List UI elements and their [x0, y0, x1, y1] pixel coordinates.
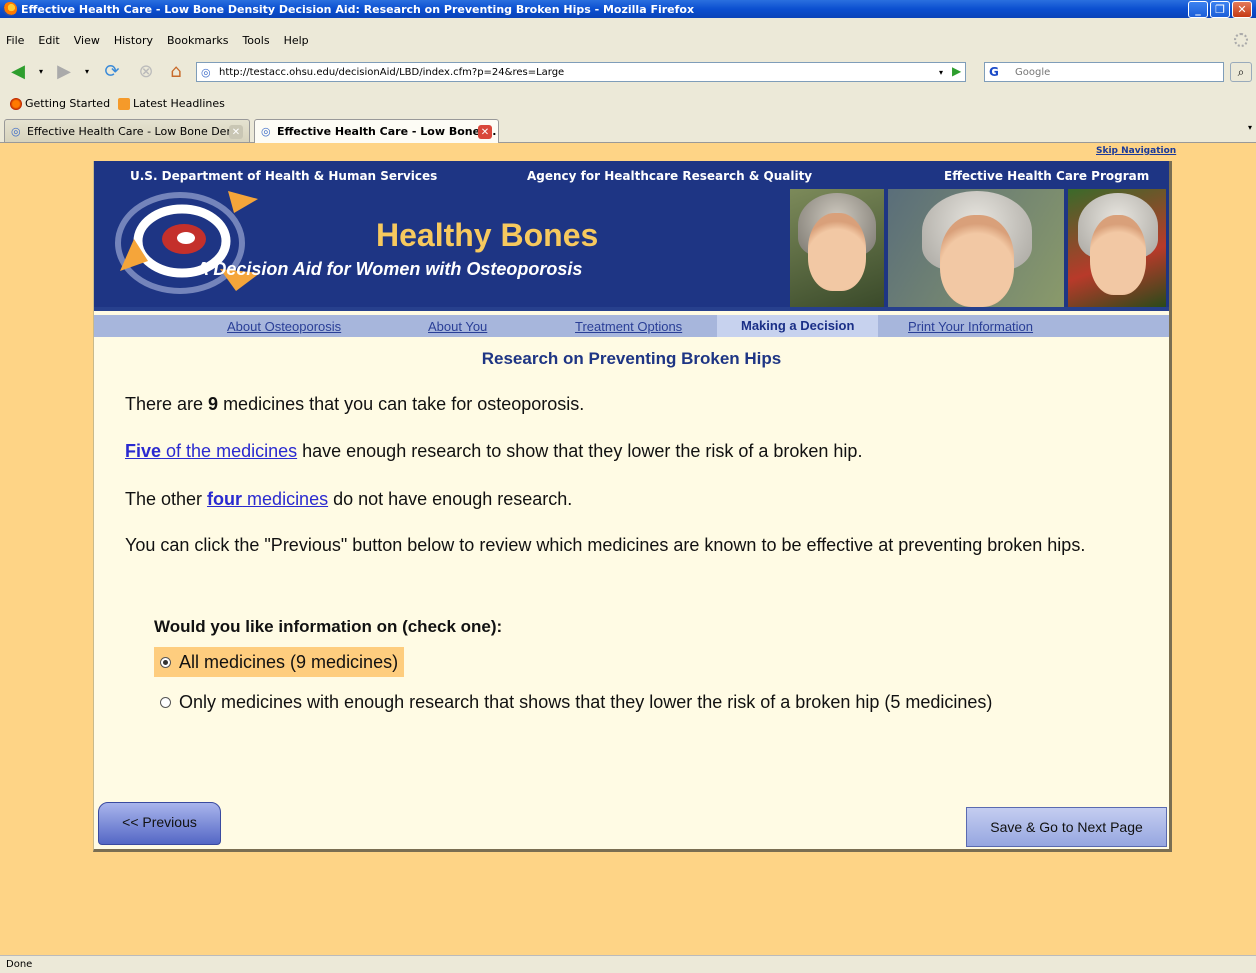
tab-1[interactable]: ◎ Effective Health Care - Low Bone Den..…: [4, 119, 250, 142]
go-arrow-icon[interactable]: ▶: [952, 64, 961, 78]
tab-label: Effective Health Care - Low Bone Den...: [27, 124, 244, 138]
nav-treatment-options[interactable]: Treatment Options: [575, 319, 682, 334]
link-bold: Five: [125, 441, 162, 461]
option-label: Only medicines with enough research that…: [179, 691, 993, 712]
nav-making-a-decision[interactable]: Making a Decision: [717, 315, 879, 337]
link-text: medicines: [242, 489, 329, 509]
menu-file[interactable]: File: [6, 34, 24, 47]
tab-label: Effective Health Care - Low Bone ...: [277, 125, 497, 138]
back-dropdown-icon[interactable]: ▾: [36, 60, 46, 82]
window-title-bar: Effective Health Care - Low Bone Density…: [0, 0, 1256, 18]
menu-help[interactable]: Help: [284, 34, 309, 47]
ehc-swirl-logo-icon: [115, 191, 260, 294]
window-title: Effective Health Care - Low Bone Density…: [21, 2, 695, 16]
throbber-icon: [1234, 33, 1248, 47]
menu-view[interactable]: View: [74, 34, 100, 47]
menu-bar: File Edit View History Bookmarks Tools H…: [0, 31, 1256, 49]
maximize-button[interactable]: ❐: [1210, 1, 1230, 18]
four-medicines-link[interactable]: four medicines: [207, 489, 328, 509]
skip-navigation-link[interactable]: Skip Navigation: [1096, 146, 1176, 156]
ehc-label: Effective Health Care Program: [944, 169, 1150, 183]
text: medicines that you can take for osteopor…: [218, 394, 585, 414]
site-globe-icon: ◎: [201, 66, 211, 79]
site-subtitle: A Decision Aid for Women with Osteoporos…: [196, 259, 583, 279]
woman-photo-3: [1068, 189, 1166, 307]
photo-face: [808, 213, 866, 291]
ahrq-label: Agency for Healthcare Research & Quality: [527, 169, 813, 183]
bookmark-label: Latest Headlines: [133, 96, 225, 110]
nav-about-you[interactable]: About You: [428, 319, 487, 334]
paragraph-five-medicines: Five of the medicines have enough resear…: [125, 438, 1145, 464]
navigation-toolbar: ◀ ▾ ▶ ▾ ⟳ ⊗ ⌂ ◎ http://testacc.ohsu.edu/…: [0, 58, 1256, 86]
nav-about-osteoporosis[interactable]: About Osteoporosis: [227, 319, 341, 334]
radio-selected-icon[interactable]: [160, 656, 171, 668]
bookmark-latest-headlines[interactable]: Latest Headlines: [118, 97, 225, 110]
status-text: Done: [6, 959, 33, 970]
page-viewport: Skip Navigation U.S. Department of Healt…: [0, 143, 1256, 955]
link-text: of the medicines: [161, 441, 298, 461]
woman-photo-2: [888, 189, 1064, 307]
site-title: Healthy Bones: [376, 217, 599, 253]
tab-close-icon[interactable]: ✕: [478, 125, 492, 139]
forward-arrow-icon[interactable]: ▶: [52, 60, 76, 82]
nav-print-your-information[interactable]: Print Your Information: [908, 319, 1033, 334]
search-box[interactable]: G: [984, 62, 1224, 82]
text: The other: [125, 489, 208, 509]
section-nav: About Osteoporosis About You Treatment O…: [94, 315, 1169, 337]
rss-feed-icon: [118, 97, 131, 110]
search-input[interactable]: [1015, 66, 1215, 78]
option-all-medicines[interactable]: All medicines (9 medicines): [154, 647, 405, 677]
url-dropdown-icon[interactable]: ▾: [934, 64, 948, 80]
bookmarks-toolbar: Getting Started Latest Headlines: [0, 94, 1256, 112]
menu-tools[interactable]: Tools: [242, 34, 269, 47]
woman-photo-1: [790, 189, 884, 307]
option-label: All medicines (9 medicines): [179, 651, 399, 672]
status-bar: Done: [0, 955, 1256, 973]
option-effective-medicines[interactable]: Only medicines with enough research that…: [154, 687, 998, 717]
menu-edit[interactable]: Edit: [38, 34, 59, 47]
photo-face: [1090, 215, 1146, 295]
menu-bookmarks[interactable]: Bookmarks: [167, 34, 228, 47]
text: There are: [125, 394, 209, 414]
text: have enough research to show that they l…: [297, 441, 863, 461]
tab-list-dropdown-icon[interactable]: ▾: [1248, 123, 1252, 132]
tab-bar: ◎ Effective Health Care - Low Bone Den..…: [0, 117, 1256, 143]
page-globe-icon: ◎: [11, 125, 21, 138]
paragraph-four-medicines: The other four medicines do not have eno…: [125, 486, 1145, 512]
text: do not have enough research.: [328, 489, 573, 509]
window-controls: _ ❐ ✕: [1188, 1, 1252, 18]
stop-icon[interactable]: ⊗: [134, 60, 158, 82]
forward-dropdown-icon[interactable]: ▾: [82, 60, 92, 82]
tab-2-active[interactable]: ◎ Effective Health Care - Low Bone ... ✕: [254, 119, 499, 143]
bookmark-label: Getting Started: [25, 96, 111, 110]
radio-unselected-icon[interactable]: [160, 696, 171, 708]
search-magnifier-icon[interactable]: ⌕: [1230, 62, 1252, 82]
home-icon[interactable]: ⌂: [164, 60, 188, 82]
choice-question: Would you like information on (check one…: [154, 617, 503, 636]
page-heading: Research on Preventing Broken Hips: [481, 349, 782, 368]
photo-face: [940, 215, 1014, 307]
save-next-button[interactable]: Save & Go to Next Page: [966, 807, 1167, 847]
site-banner: U.S. Department of Health & Human Servic…: [94, 161, 1169, 311]
paragraph-medicine-count: There are 9 medicines that you can take …: [125, 391, 1145, 417]
menu-history[interactable]: History: [114, 34, 153, 47]
firefox-bookmark-icon: [10, 97, 22, 110]
page-globe-icon: ◎: [261, 125, 271, 138]
firefox-icon: [3, 2, 17, 16]
minimize-button[interactable]: _: [1188, 1, 1208, 18]
back-arrow-icon[interactable]: ◀: [6, 60, 30, 82]
medicine-count: 9: [208, 394, 219, 414]
url-text: http://testacc.ohsu.edu/decisionAid/LBD/…: [219, 66, 565, 78]
link-bold: four: [207, 489, 243, 509]
google-engine-icon[interactable]: G: [985, 65, 1015, 79]
url-bar[interactable]: ◎ http://testacc.ohsu.edu/decisionAid/LB…: [196, 62, 966, 82]
previous-button[interactable]: << Previous: [98, 802, 221, 845]
close-button[interactable]: ✕: [1232, 1, 1252, 18]
tab-close-icon[interactable]: ✕: [229, 125, 243, 139]
bookmark-getting-started[interactable]: Getting Started: [10, 97, 110, 110]
paragraph-previous-instructions: You can click the "Previous" button belo…: [125, 535, 1086, 555]
reload-icon[interactable]: ⟳: [100, 60, 124, 82]
five-medicines-link[interactable]: Five of the medicines: [125, 441, 297, 461]
content-panel: U.S. Department of Health & Human Servic…: [93, 161, 1172, 852]
